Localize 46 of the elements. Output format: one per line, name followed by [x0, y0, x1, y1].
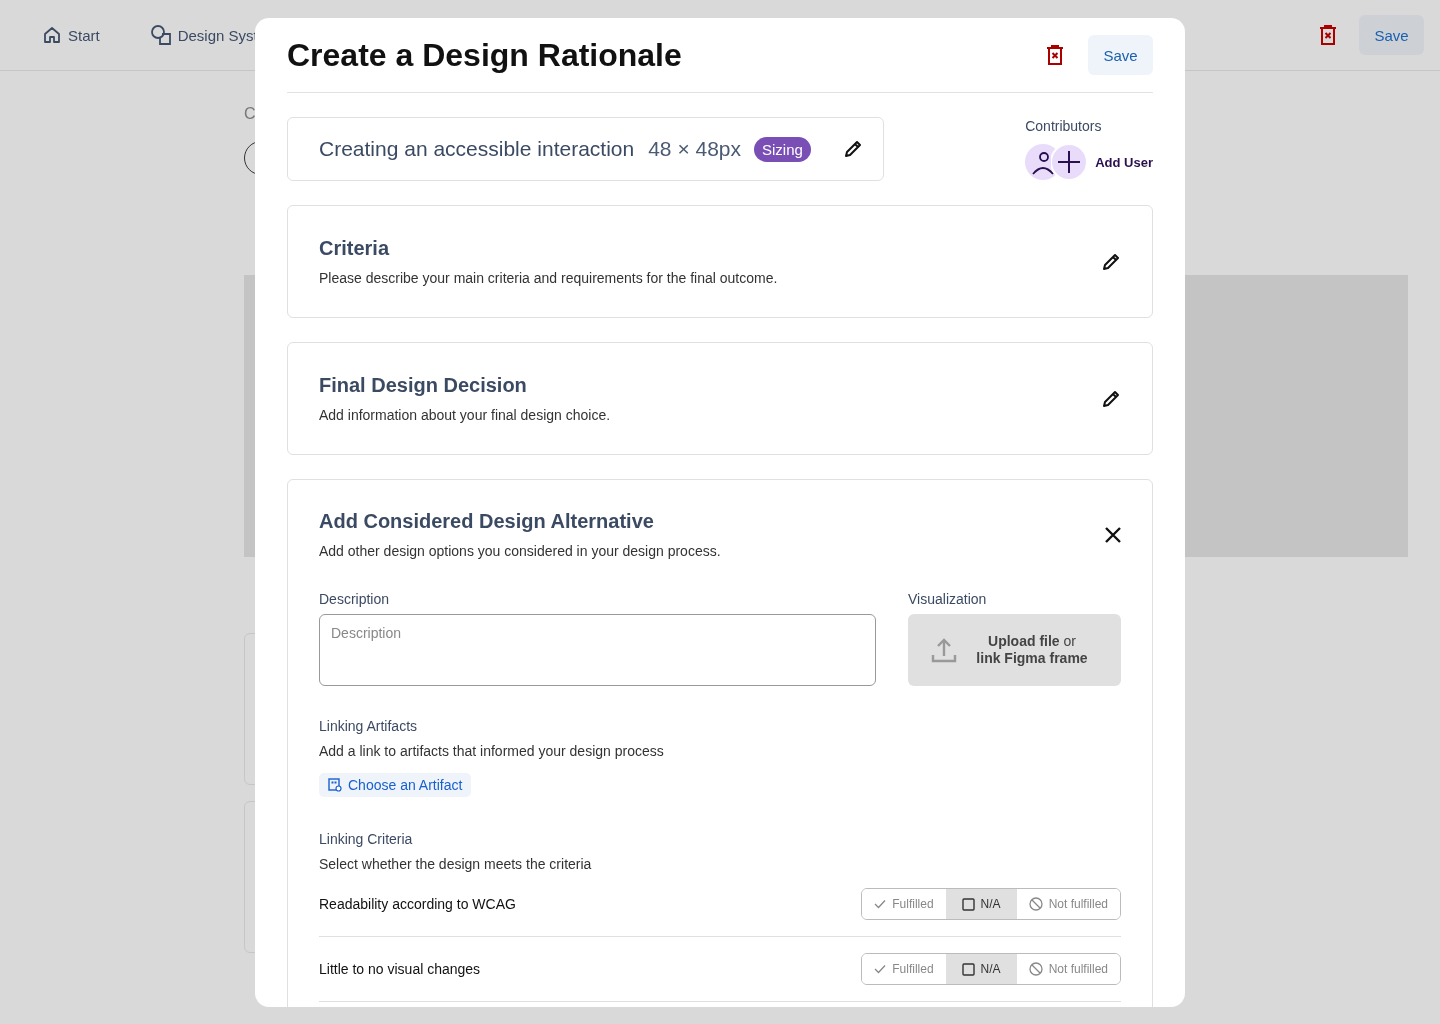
- criterion-label: Readability according to WCAG: [319, 896, 516, 912]
- edit-icon[interactable]: [1101, 388, 1121, 409]
- edit-icon[interactable]: [843, 139, 863, 159]
- description-field[interactable]: Description: [319, 614, 876, 686]
- shapes-icon: [149, 24, 172, 46]
- page-heading: C: [244, 105, 257, 123]
- field-description: Add a link to artifacts that informed your design process: [319, 743, 665, 759]
- tag: Sizing: [754, 136, 811, 162]
- rationale-title: Creating an accessible interaction: [319, 137, 635, 161]
- contributors-label: Contributors: [1025, 118, 1103, 134]
- plus-icon: [1051, 144, 1088, 180]
- artifact-icon: [328, 778, 342, 792]
- criterion-label: Little to no visual changes: [319, 961, 481, 977]
- field-label: Visualization: [908, 591, 988, 607]
- section-title: Criteria: [319, 237, 391, 260]
- save-button[interactable]: Save: [1088, 35, 1153, 75]
- check-icon: [874, 964, 887, 974]
- section-description: Add information about your final design choice.: [319, 407, 611, 423]
- segment-option[interactable]: N/A: [945, 889, 1017, 919]
- add-user-button[interactable]: Add User: [1051, 144, 1153, 180]
- delete-icon[interactable]: [1046, 45, 1064, 65]
- choose-artifact-button[interactable]: Choose an Artifact: [319, 773, 472, 797]
- dialog-title: Create a Design Rationale: [287, 36, 683, 74]
- ban-icon: [1028, 897, 1043, 911]
- upload-icon: [930, 636, 958, 664]
- upload-button[interactable]: Upload file or link Figma frame: [908, 614, 1121, 686]
- close-icon[interactable]: [1105, 526, 1121, 543]
- nav-link[interactable]: Start: [42, 24, 100, 46]
- field-description: Select whether the design meets the criteria: [319, 856, 593, 872]
- size-text: 48 × 48px: [648, 137, 742, 161]
- check-icon: [874, 899, 887, 909]
- delete-icon[interactable]: [1319, 25, 1337, 45]
- section-title: Final Design Decision: [319, 374, 528, 397]
- field-label: Linking Criteria: [319, 831, 414, 847]
- home-icon: [42, 25, 62, 45]
- ban-icon: [1028, 962, 1043, 976]
- field-label: Linking Artifacts: [319, 718, 419, 734]
- edit-icon[interactable]: [1101, 251, 1121, 272]
- section-description: Add other design options you considered in your design process.: [319, 543, 721, 559]
- save-button[interactable]: Save: [1359, 15, 1424, 55]
- square-icon: [961, 962, 975, 976]
- field-label: Description: [319, 591, 391, 607]
- square-icon: [961, 897, 975, 911]
- section-description: Please describe your main criteria and requirements for the final outcome.: [319, 270, 778, 286]
- segment-option[interactable]: N/A: [945, 954, 1017, 984]
- section-title: Add Considered Design Alternative: [319, 510, 655, 533]
